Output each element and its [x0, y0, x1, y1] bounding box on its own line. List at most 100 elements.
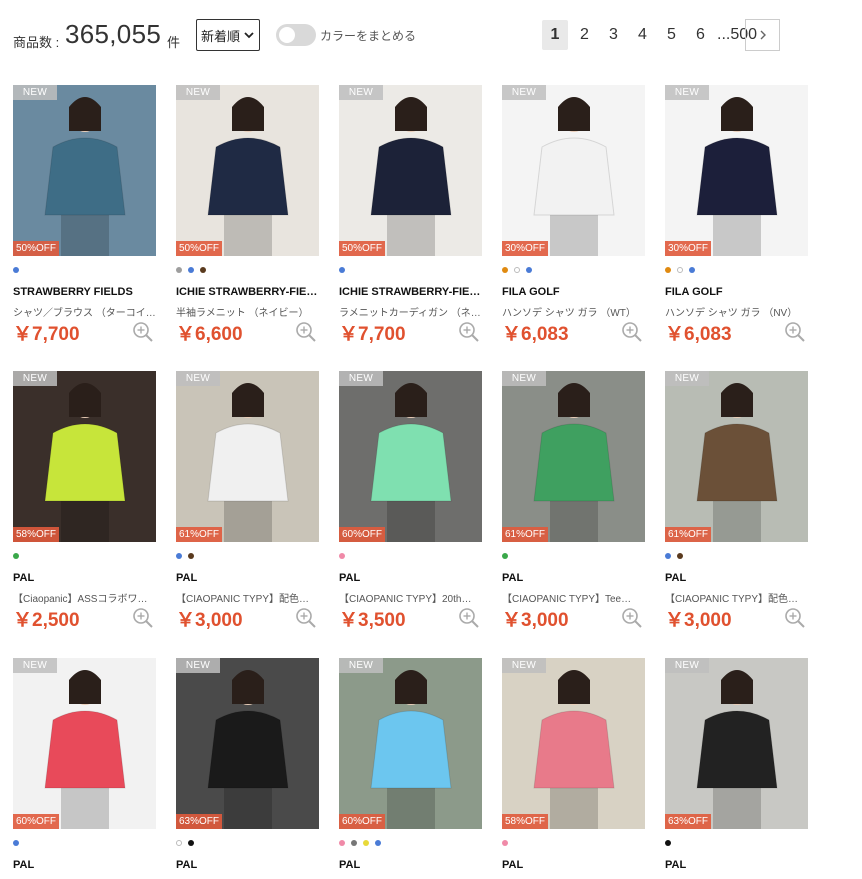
- color-swatch[interactable]: [375, 840, 381, 846]
- product-name[interactable]: 半袖ラメニット （ネイビー）: [176, 304, 319, 319]
- product-brand[interactable]: ICHIE STRAWBERRY-FIE…: [339, 286, 482, 298]
- color-swatch[interactable]: [339, 267, 345, 273]
- product-brand[interactable]: PAL: [665, 859, 808, 871]
- next-page-button[interactable]: [745, 19, 780, 51]
- new-badge: NEW: [665, 85, 709, 100]
- product-price: ￥6,083: [665, 324, 732, 345]
- page-4-link[interactable]: 4: [630, 20, 655, 50]
- product-name[interactable]: 【CIAOPANIC TYPY】Tee…: [502, 590, 645, 605]
- page-5-link[interactable]: 5: [659, 20, 684, 50]
- color-swatch[interactable]: [339, 840, 345, 846]
- results-toolbar: 商品数 : 365,055 件 新着順 カラーをまとめる 1 2 3 4 5 6…: [13, 18, 813, 52]
- zoom-in-icon[interactable]: [621, 607, 643, 629]
- product-image[interactable]: NEW 30%OFF: [665, 85, 808, 256]
- product-name[interactable]: 【Ciaopanic】ASSコラボワ…: [13, 590, 156, 605]
- discount-badge: 61%OFF: [665, 527, 711, 542]
- product-brand[interactable]: STRAWBERRY FIELDS: [13, 286, 156, 298]
- color-swatch[interactable]: [176, 840, 182, 846]
- color-swatch[interactable]: [200, 267, 206, 273]
- product-name[interactable]: ハンソデ シャツ ガラ （WT）: [502, 304, 645, 319]
- product-image[interactable]: NEW 60%OFF: [339, 658, 482, 829]
- product-image[interactable]: NEW 30%OFF: [502, 85, 645, 256]
- group-colors-label: カラーをまとめる: [320, 29, 417, 43]
- zoom-in-icon[interactable]: [784, 607, 806, 629]
- product-brand[interactable]: ICHIE STRAWBERRY-FIE…: [176, 286, 319, 298]
- zoom-in-icon[interactable]: [458, 321, 480, 343]
- color-swatch[interactable]: [502, 840, 508, 846]
- color-swatch[interactable]: [188, 267, 194, 273]
- color-swatches: [502, 267, 538, 275]
- page-1-link[interactable]: 1: [542, 20, 568, 50]
- color-swatch[interactable]: [13, 267, 19, 273]
- zoom-in-icon[interactable]: [295, 607, 317, 629]
- product-name[interactable]: ハンソデ シャツ ガラ （NV）: [665, 304, 808, 319]
- color-swatch[interactable]: [665, 267, 671, 273]
- color-swatch[interactable]: [363, 840, 369, 846]
- zoom-in-icon[interactable]: [295, 321, 317, 343]
- product-brand[interactable]: FILA GOLF: [502, 286, 645, 298]
- product-image[interactable]: NEW 60%OFF: [339, 371, 482, 542]
- product-image[interactable]: NEW 61%OFF: [176, 371, 319, 542]
- color-swatch[interactable]: [514, 267, 520, 273]
- page-3-link[interactable]: 3: [601, 20, 626, 50]
- product-image[interactable]: NEW 50%OFF: [339, 85, 482, 256]
- product-image[interactable]: NEW 61%OFF: [502, 371, 645, 542]
- color-swatch[interactable]: [339, 553, 345, 559]
- color-swatch[interactable]: [665, 553, 671, 559]
- color-swatch[interactable]: [689, 267, 695, 273]
- product-brand[interactable]: FILA GOLF: [665, 286, 808, 298]
- zoom-in-icon[interactable]: [132, 321, 154, 343]
- product-brand[interactable]: PAL: [502, 572, 645, 584]
- product-brand[interactable]: PAL: [176, 572, 319, 584]
- product-brand[interactable]: PAL: [176, 859, 319, 871]
- product-photo: [339, 658, 482, 829]
- page-2-link[interactable]: 2: [572, 20, 597, 50]
- color-swatch[interactable]: [502, 553, 508, 559]
- color-swatch[interactable]: [677, 553, 683, 559]
- product-brand[interactable]: PAL: [339, 572, 482, 584]
- color-swatch[interactable]: [188, 840, 194, 846]
- product-name[interactable]: 【CIAOPANIC TYPY】20th…: [339, 590, 482, 605]
- zoom-in-icon[interactable]: [132, 607, 154, 629]
- product-image[interactable]: NEW 58%OFF: [13, 371, 156, 542]
- product-price: ￥3,000: [502, 610, 569, 631]
- new-badge: NEW: [176, 371, 220, 386]
- color-swatch[interactable]: [665, 840, 671, 846]
- color-swatch[interactable]: [677, 267, 683, 273]
- page-6-link[interactable]: 6: [688, 20, 713, 50]
- product-name[interactable]: ラメニットカーディガン （ネ…: [339, 304, 482, 319]
- product-image[interactable]: NEW 61%OFF: [665, 371, 808, 542]
- color-swatch[interactable]: [13, 553, 19, 559]
- zoom-in-icon[interactable]: [458, 607, 480, 629]
- zoom-in-icon[interactable]: [621, 321, 643, 343]
- color-swatch[interactable]: [188, 553, 194, 559]
- product-image[interactable]: NEW 63%OFF: [176, 658, 319, 829]
- item-count-unit: 件: [167, 35, 181, 50]
- product-image[interactable]: NEW 63%OFF: [665, 658, 808, 829]
- product-name[interactable]: 【CIAOPANIC TYPY】配色…: [665, 590, 808, 605]
- group-colors-toggle[interactable]: [276, 24, 316, 46]
- color-swatch[interactable]: [502, 267, 508, 273]
- zoom-in-icon[interactable]: [784, 321, 806, 343]
- product-photo: [339, 371, 482, 542]
- product-name[interactable]: シャツ／ブラウス （ターコイ…: [13, 304, 156, 319]
- product-brand[interactable]: PAL: [13, 859, 156, 871]
- product-image[interactable]: NEW 50%OFF: [13, 85, 156, 256]
- color-swatches: [339, 553, 351, 561]
- color-swatch[interactable]: [351, 840, 357, 846]
- sort-selected-value: 新着順: [201, 28, 241, 44]
- color-swatch[interactable]: [13, 840, 19, 846]
- product-brand[interactable]: PAL: [665, 572, 808, 584]
- product-brand[interactable]: PAL: [502, 859, 645, 871]
- product-name[interactable]: 【CIAOPANIC TYPY】配色…: [176, 590, 319, 605]
- color-swatch[interactable]: [176, 553, 182, 559]
- product-image[interactable]: NEW 50%OFF: [176, 85, 319, 256]
- sort-select[interactable]: 新着順: [196, 19, 260, 51]
- product-image[interactable]: NEW 60%OFF: [13, 658, 156, 829]
- new-badge: NEW: [339, 371, 383, 386]
- product-image[interactable]: NEW 58%OFF: [502, 658, 645, 829]
- color-swatch[interactable]: [176, 267, 182, 273]
- product-brand[interactable]: PAL: [13, 572, 156, 584]
- color-swatch[interactable]: [526, 267, 532, 273]
- product-brand[interactable]: PAL: [339, 859, 482, 871]
